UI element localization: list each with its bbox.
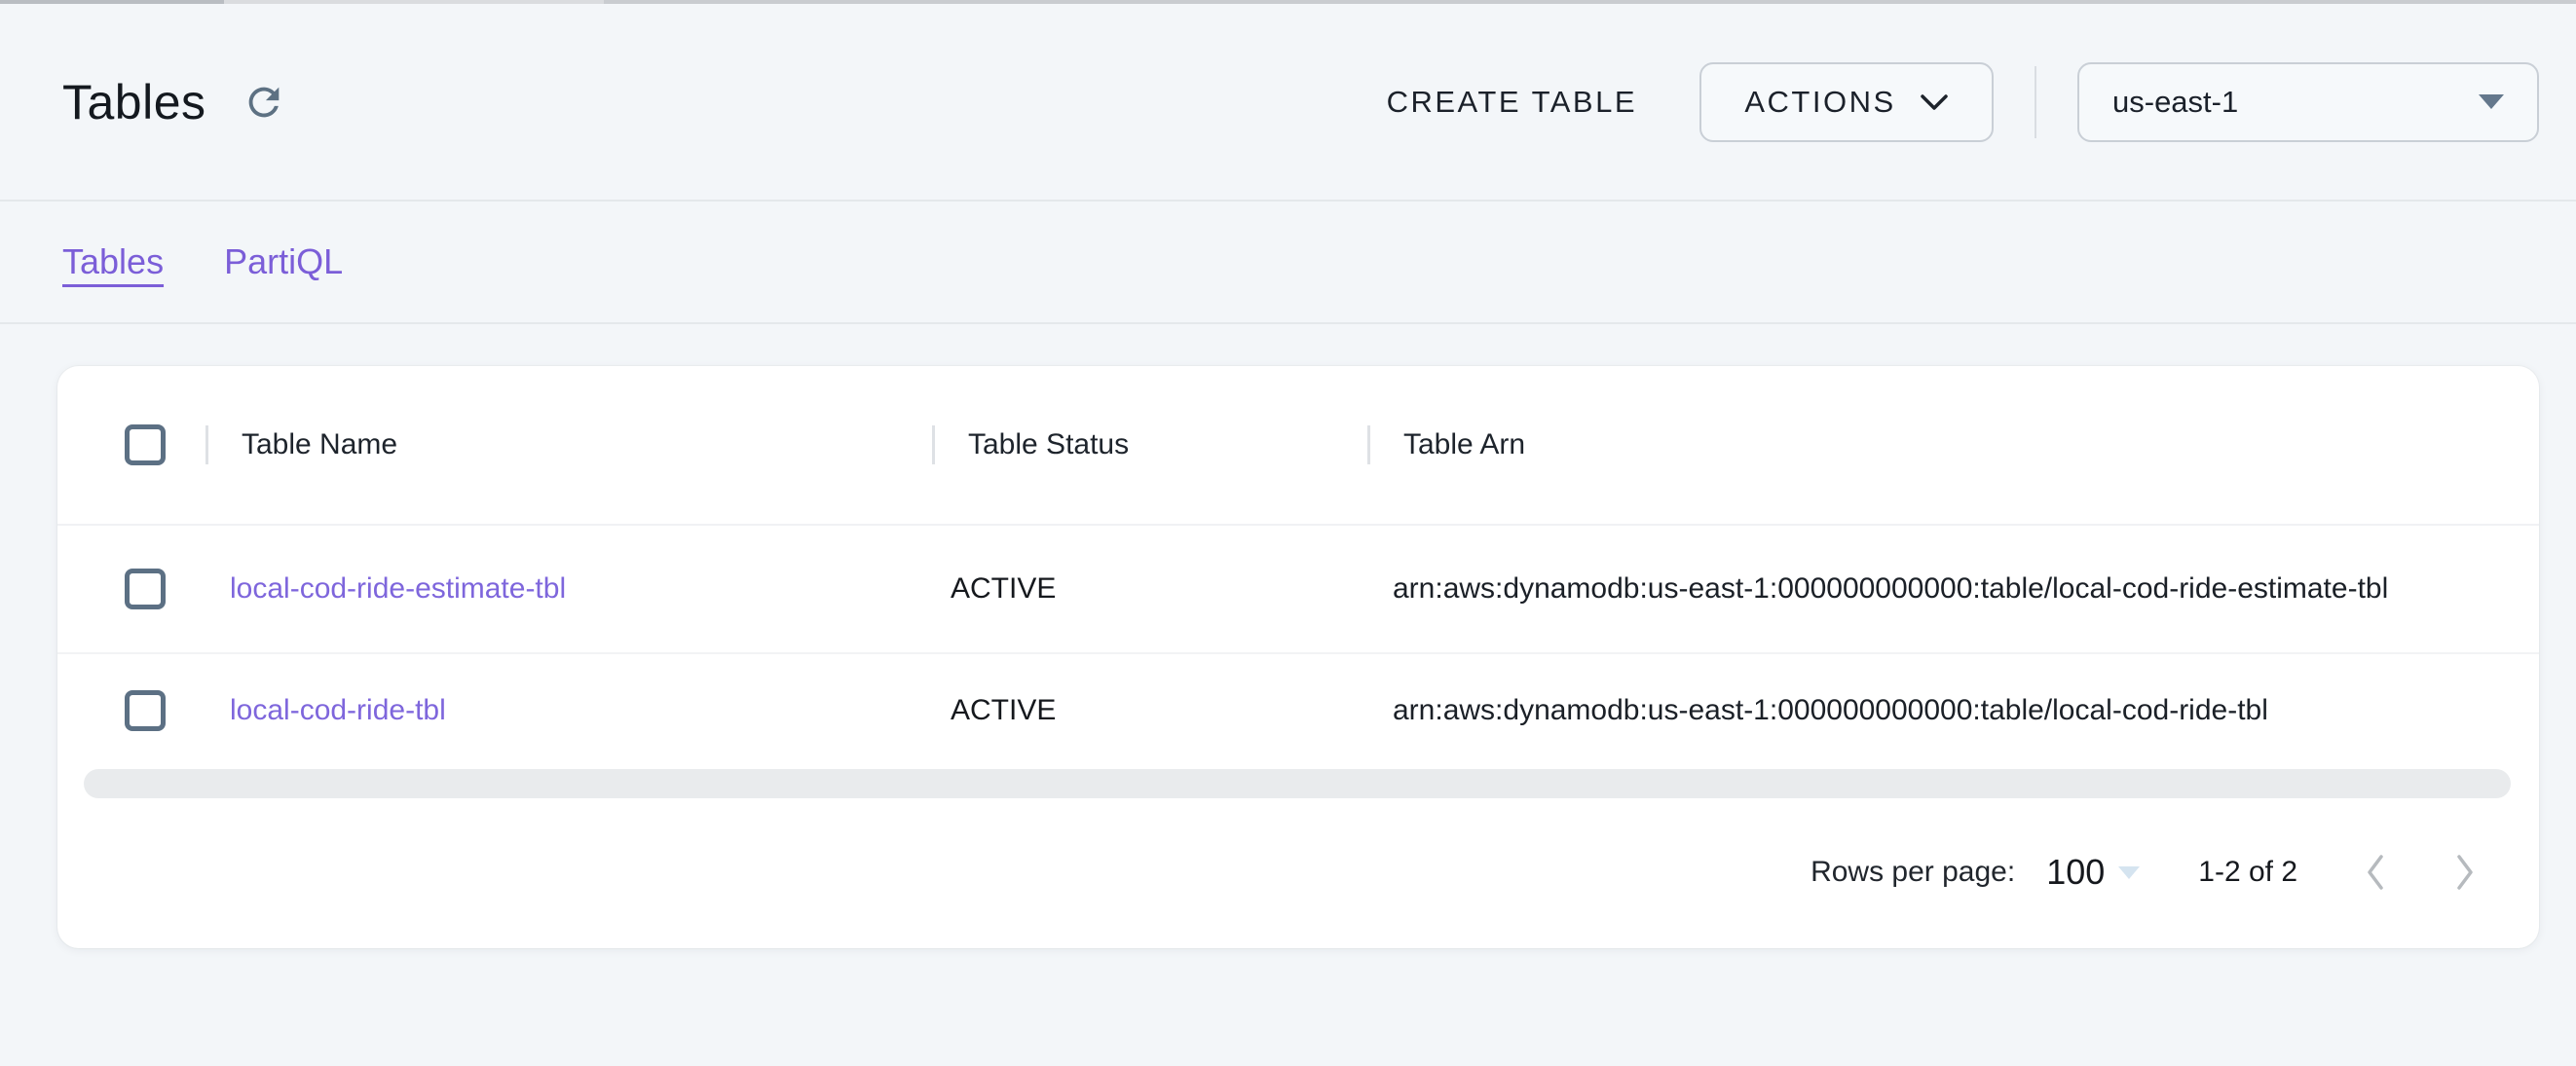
table-name-link[interactable]: local-cod-ride-tbl [230, 694, 446, 726]
create-table-button[interactable]: CREATE TABLE [1387, 85, 1637, 120]
refresh-button[interactable] [242, 80, 286, 125]
next-page-button[interactable] [2453, 853, 2477, 892]
pagination-range: 1-2 of 2 [2198, 856, 2297, 889]
table-header-row: Table Name Table Status Table Arn [57, 366, 2539, 526]
chevron-down-icon [1920, 92, 1949, 112]
region-select-value: us-east-1 [2112, 85, 2479, 120]
window-top-edge-segment [0, 0, 224, 4]
actions-button-label: ACTIONS [1744, 85, 1895, 120]
caret-down-icon [2479, 94, 2504, 109]
window-top-edge [0, 0, 2576, 4]
column-separator [932, 425, 935, 464]
tables-card: Table Name Table Status Table Arn local-… [57, 366, 2539, 948]
chevron-right-icon [2453, 853, 2477, 892]
column-header-label: Table Name [242, 428, 397, 461]
column-separator [1367, 425, 1370, 464]
column-header-label: Table Arn [1403, 428, 1525, 461]
window-top-edge-segment [224, 0, 604, 4]
tab-bar: Tables PartiQL [0, 202, 2576, 324]
arn-value: arn:aws:dynamodb:us-east-1:000000000000:… [1393, 572, 2388, 605]
region-select[interactable]: us-east-1 [2077, 62, 2539, 142]
table-name-cell: local-cod-ride-tbl [205, 694, 932, 727]
row-checkbox[interactable] [125, 690, 166, 731]
page-title: Tables [62, 74, 206, 130]
title-group: Tables [62, 74, 286, 130]
page-header: Tables CREATE TABLE ACTIONS us-east-1 [0, 4, 2576, 202]
column-header-table-name: Table Name [205, 366, 932, 524]
column-header-table-arn: Table Arn [1367, 366, 2539, 524]
horizontal-scrollbar[interactable] [84, 769, 2511, 798]
table-status-cell: ACTIVE [932, 694, 1367, 727]
chevron-left-icon [2364, 853, 2387, 892]
table-row: local-cod-ride-tbl ACTIVE arn:aws:dynamo… [57, 654, 2539, 767]
tab-partiql[interactable]: PartiQL [224, 241, 343, 282]
table-arn-cell: arn:aws:dynamodb:us-east-1:000000000000:… [1367, 572, 2539, 606]
table-name-link[interactable]: local-cod-ride-estimate-tbl [230, 572, 566, 605]
window-top-edge-segment [604, 0, 2576, 4]
header-divider [2035, 66, 2036, 138]
actions-dropdown-button[interactable]: ACTIONS [1699, 62, 1994, 142]
rows-per-page-label: Rows per page: [1811, 856, 2015, 889]
tab-tables[interactable]: Tables [62, 241, 164, 282]
select-all-checkbox[interactable] [125, 424, 166, 465]
header-actions: CREATE TABLE ACTIONS us-east-1 [1387, 62, 2539, 142]
row-select-cell [57, 569, 205, 609]
column-header-table-status: Table Status [932, 366, 1367, 524]
previous-page-button[interactable] [2364, 853, 2387, 892]
refresh-icon [242, 80, 286, 125]
column-header-label: Table Status [968, 428, 1129, 461]
select-all-cell [57, 424, 205, 465]
table-name-cell: local-cod-ride-estimate-tbl [205, 572, 932, 606]
status-value: ACTIVE [951, 694, 1056, 726]
status-value: ACTIVE [951, 572, 1056, 605]
rows-per-page-select[interactable]: 100 [2046, 852, 2105, 893]
column-separator [205, 425, 208, 464]
table-arn-cell: arn:aws:dynamodb:us-east-1:000000000000:… [1367, 694, 2539, 727]
pagination-bar: Rows per page: 100 1-2 of 2 [57, 798, 2539, 946]
row-checkbox[interactable] [125, 569, 166, 609]
table-row: local-cod-ride-estimate-tbl ACTIVE arn:a… [57, 526, 2539, 654]
caret-down-icon[interactable] [2118, 866, 2140, 879]
row-select-cell [57, 690, 205, 731]
arn-value: arn:aws:dynamodb:us-east-1:000000000000:… [1393, 694, 2268, 726]
table-status-cell: ACTIVE [932, 572, 1367, 606]
